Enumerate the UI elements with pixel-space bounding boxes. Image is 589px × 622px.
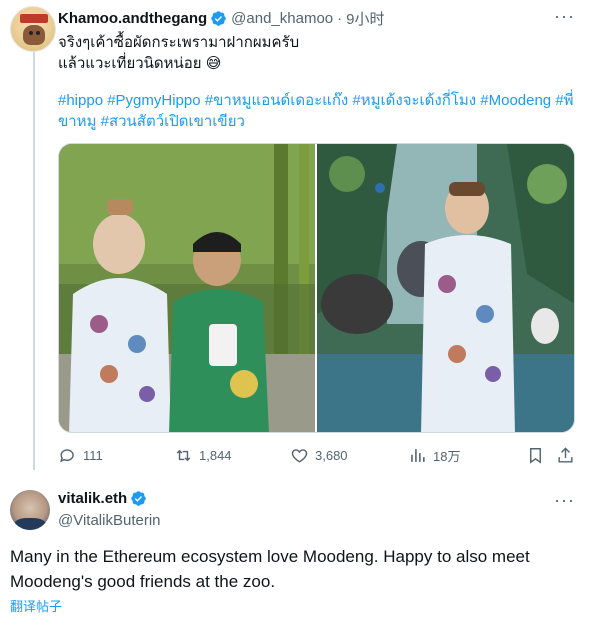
share-icon [558,447,573,463]
reply-button[interactable]: 111 [58,446,103,465]
reply-count: 111 [83,448,103,463]
tweet1-text-line2: แล้วแวะเที่ยวนิดหน่อย 😅 [58,55,222,72]
bookmark-button[interactable] [526,446,545,465]
tweet1-separator: · [337,10,343,27]
tweet2-more-icon[interactable]: ··· [554,490,575,511]
repost-icon [176,449,191,462]
tweet1-photo-left[interactable] [59,144,315,432]
like-count: 3,680 [315,448,348,463]
tweet1-more-icon[interactable]: ··· [554,6,575,27]
tweet1-timestamp[interactable]: 9小时 [346,8,384,29]
tweet2-text: Many in the Ethereum ecosystem love Mood… [10,547,530,591]
tweet1-photo-right[interactable] [317,144,574,432]
reply-icon [60,449,74,463]
avatar-eye-right [36,31,40,35]
avatar-eye-left [29,31,33,35]
vitalik-avatar[interactable] [10,490,50,530]
tweet1-text-line1: จริงๆเค้าซื้อผัดกระเพรามาฝากผมครับ [58,34,300,51]
avatar-hippo-shape [23,25,45,45]
tweet1-action-bar: 111 1,844 3,680 18万 [58,446,578,468]
tweet1-media-grid [58,143,575,433]
tweet2-display-name[interactable]: vitalik.eth [58,490,127,507]
verified-badge-icon [131,491,146,506]
khamoo-avatar[interactable] [10,6,56,52]
tweet2-handle[interactable]: @VitalikButerin [58,512,161,529]
tweet1-handle[interactable]: @and_khamoo [231,10,333,27]
views-icon [411,449,425,462]
avatar-shirt-shape [14,518,46,530]
verified-badge-icon [211,11,226,26]
heart-icon [291,449,308,463]
avatar-sign-shape [20,14,48,23]
views-count: 18万 [433,449,461,464]
like-button[interactable]: 3,680 [290,446,348,465]
views-button[interactable]: 18万 [408,446,460,465]
tweet1-display-name[interactable]: Khamoo.andthegang [58,10,207,27]
photo-right-illustration [317,144,574,432]
repost-button[interactable]: 1,844 [174,446,232,465]
translate-post-link[interactable]: 翻译帖子 [10,596,62,615]
repost-count: 1,844 [199,448,232,463]
photo-left-illustration [59,144,315,432]
tweet1-hashtags[interactable]: #hippo #PygmyHippo #ขาหมูแอนด์เดอะแก๊ง #… [58,90,578,132]
share-button[interactable] [556,446,575,465]
bookmark-icon [530,448,541,464]
tweet2-name-row: vitalik.eth [58,490,151,507]
tweet1-header: Khamoo.andthegang @and_khamoo · 9小时 [58,8,384,29]
thread-connector-line [33,52,35,470]
